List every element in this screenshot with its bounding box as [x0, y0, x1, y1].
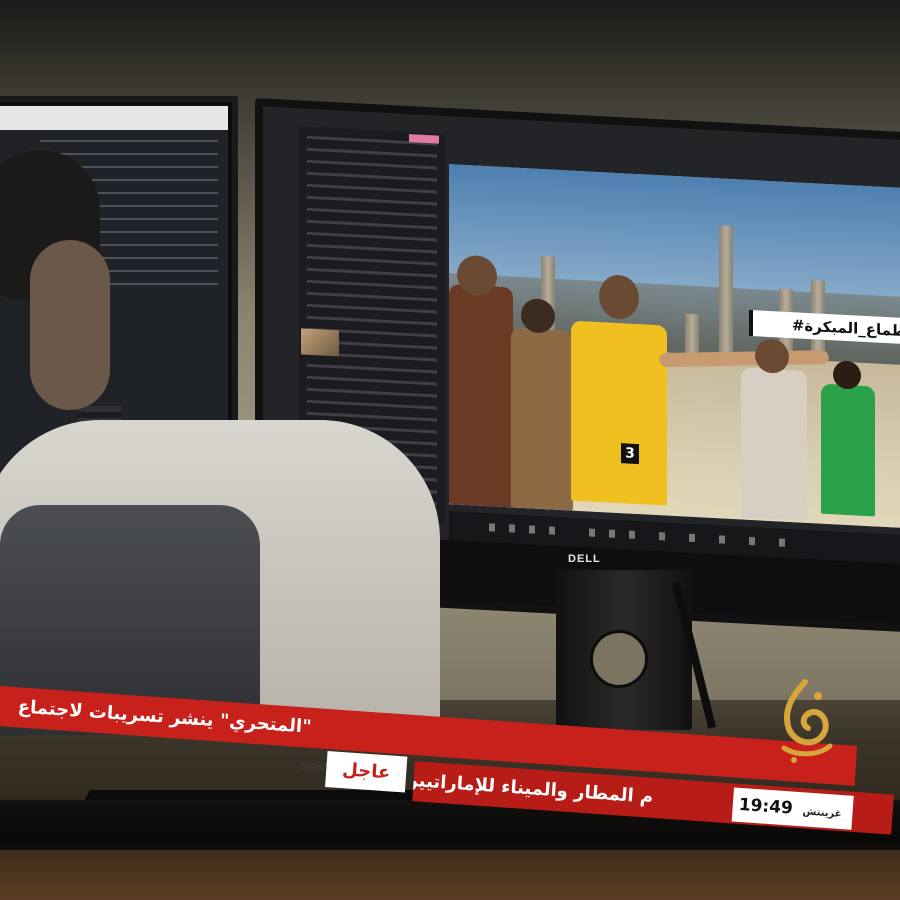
- clip-thumbnail: [301, 328, 339, 357]
- person-figure: [511, 327, 573, 511]
- pointing-arm: [658, 350, 830, 368]
- monitor-brand-logo: DELL: [568, 553, 601, 565]
- left-monitor-titlebar: [0, 106, 228, 130]
- urgent-badge: عاجل: [325, 751, 408, 793]
- person-head: [833, 360, 861, 390]
- photo-scene: 3 #اطماع_المبكرة DELL Selecline "المتحري…: [0, 0, 900, 900]
- editor-person: [0, 150, 160, 510]
- person-yellow-shirt: [571, 320, 667, 506]
- person-figure: [449, 284, 513, 508]
- al-jazeera-logo-icon: [781, 679, 833, 763]
- jersey-number: 3: [621, 443, 639, 465]
- construction-pillar: [719, 225, 733, 356]
- clock-time: 19:49: [738, 794, 794, 819]
- video-preview: 3 #اطماع_المبكرة: [449, 164, 900, 529]
- person-figure: [741, 367, 807, 521]
- playhead-marker: [409, 134, 439, 144]
- person-green-shirt: [821, 383, 875, 517]
- editor-person-face: [30, 240, 110, 410]
- stand-cable-hole: [590, 630, 648, 688]
- construction-pillar: [685, 313, 699, 355]
- clock-timezone: غرينتش: [802, 806, 842, 821]
